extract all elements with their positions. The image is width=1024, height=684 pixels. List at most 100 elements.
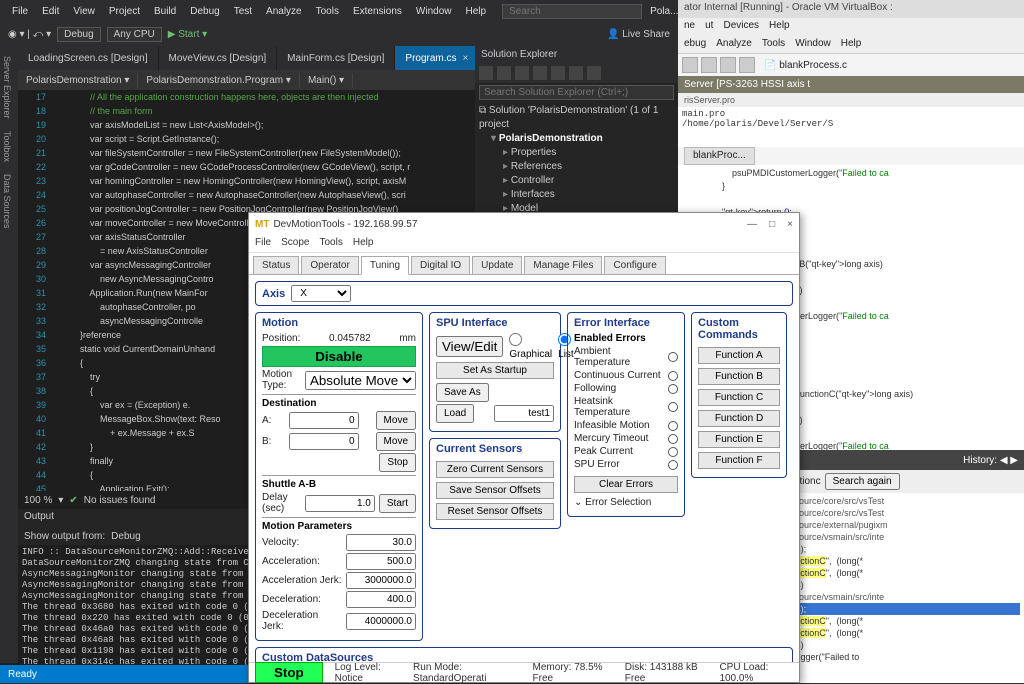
set-startup-button[interactable]: Set As Startup: [436, 362, 554, 379]
vs-menu-item[interactable]: Build: [148, 4, 182, 19]
qt-proj-pane[interactable]: main.pro /home/polaris/Devel/Server/S: [678, 107, 1024, 147]
disable-button[interactable]: Disable: [262, 346, 416, 367]
dmt-menu-item[interactable]: Help: [353, 237, 374, 250]
dmt-tab[interactable]: Update: [472, 256, 522, 274]
vs-menu-item[interactable]: Test: [228, 4, 258, 19]
qt-menu-item[interactable]: Window: [795, 38, 831, 51]
breadcrumb-item[interactable]: PolarisDemonstration.Program ▾: [138, 73, 300, 88]
dest-a-input[interactable]: [289, 412, 359, 429]
djerk-input[interactable]: [346, 613, 416, 630]
velocity-input[interactable]: [346, 534, 416, 551]
folder-node[interactable]: Controller: [479, 174, 674, 188]
qt-open-doc[interactable]: 📄 blankProcess.c: [764, 60, 847, 71]
qt-menu-item[interactable]: Tools: [762, 38, 785, 51]
graphical-radio[interactable]: Graphical: [509, 333, 552, 360]
vb-menu-item[interactable]: ne: [684, 20, 695, 34]
dmt-tab[interactable]: Manage Files: [524, 256, 602, 274]
move-b-button[interactable]: Move: [376, 432, 416, 451]
ajerk-input[interactable]: [346, 572, 416, 589]
custom-command-button[interactable]: Function C: [698, 389, 780, 406]
start-button[interactable]: ▶ Start ▾: [168, 29, 207, 40]
config-dropdown[interactable]: Debug: [57, 27, 100, 42]
close-tab-icon[interactable]: ×: [463, 53, 469, 64]
tool-icon[interactable]: [569, 66, 583, 80]
tool-icon[interactable]: [587, 66, 601, 80]
axis-dropdown[interactable]: X: [291, 285, 351, 302]
dmt-menu-item[interactable]: File: [255, 237, 271, 250]
vs-editor-tab[interactable]: Program.cs ×: [395, 46, 479, 70]
viewedit-button[interactable]: View/Edit: [436, 336, 503, 357]
tool-icon[interactable]: [551, 66, 565, 80]
vs-search-input[interactable]: [502, 4, 642, 19]
vs-sidebar-tab[interactable]: Toolbox: [0, 125, 14, 168]
dmt-tab[interactable]: Status: [253, 256, 299, 274]
decel-input[interactable]: [346, 591, 416, 608]
tool-icon[interactable]: [739, 57, 755, 73]
clear-errors-button[interactable]: Clear Errors: [574, 476, 678, 493]
tool-icon[interactable]: [701, 57, 717, 73]
qt-menu-item[interactable]: Help: [841, 38, 862, 51]
error-selection-expander[interactable]: ⌄ Error Selection: [574, 497, 678, 508]
vs-menu-item[interactable]: Project: [103, 4, 146, 19]
vs-sidebar-tab[interactable]: Data Sources: [0, 168, 14, 235]
maximize-icon[interactable]: □: [769, 219, 775, 230]
reset-offsets-button[interactable]: Reset Sensor Offsets: [436, 503, 554, 520]
close-icon[interactable]: ×: [787, 219, 793, 230]
custom-command-button[interactable]: Function E: [698, 431, 780, 448]
search-again-button[interactable]: Search again: [825, 473, 900, 490]
zero-sensors-button[interactable]: Zero Current Sensors: [436, 461, 554, 478]
tool-icon[interactable]: [720, 57, 736, 73]
custom-command-button[interactable]: Function D: [698, 410, 780, 427]
vs-menu-item[interactable]: Tools: [310, 4, 345, 19]
qt-menu-item[interactable]: Analyze: [716, 38, 752, 51]
dmt-tab[interactable]: Tuning: [361, 256, 409, 275]
status-stop-button[interactable]: Stop: [255, 662, 323, 683]
output-source-dropdown[interactable]: Debug: [111, 531, 140, 542]
save-offsets-button[interactable]: Save Sensor Offsets: [436, 482, 554, 499]
qt-proj-file[interactable]: risServer.pro: [678, 93, 1024, 107]
motion-stop-button[interactable]: Stop: [379, 453, 416, 472]
liveshare-button[interactable]: Live Share: [622, 29, 670, 40]
dmt-menu-item[interactable]: Scope: [281, 237, 309, 250]
vs-menu-item[interactable]: Analyze: [260, 4, 308, 19]
vb-menu-item[interactable]: ut: [705, 20, 713, 34]
vs-editor-tab[interactable]: MainForm.cs [Design]: [277, 46, 395, 70]
tool-icon[interactable]: [533, 66, 547, 80]
dest-b-input[interactable]: [289, 433, 359, 450]
vb-menu-item[interactable]: Help: [769, 20, 790, 34]
vb-menu-item[interactable]: Devices: [723, 20, 759, 34]
load-button[interactable]: Load: [436, 404, 474, 423]
breadcrumb-item[interactable]: PolarisDemonstration ▾: [18, 73, 138, 88]
vs-editor-tab[interactable]: MoveView.cs [Design]: [159, 46, 278, 70]
custom-command-button[interactable]: Function A: [698, 347, 780, 364]
vs-editor-tab[interactable]: LoadingScreen.cs [Design]: [18, 46, 159, 70]
qt-tab[interactable]: blankProc...: [684, 147, 755, 165]
custom-command-button[interactable]: Function B: [698, 368, 780, 385]
motion-type-dropdown[interactable]: Absolute Move: [305, 371, 416, 390]
spu-file-input[interactable]: [494, 405, 554, 422]
tool-icon[interactable]: [497, 66, 511, 80]
saveas-button[interactable]: Save As: [436, 383, 489, 402]
platform-dropdown[interactable]: Any CPU: [107, 27, 162, 42]
solution-search-input[interactable]: [479, 85, 674, 100]
dmt-tab[interactable]: Operator: [301, 256, 358, 274]
vs-sidebar-tab[interactable]: Server Explorer: [0, 50, 14, 125]
tool-icon[interactable]: [479, 66, 493, 80]
vs-menu-item[interactable]: Debug: [184, 4, 225, 19]
delay-input[interactable]: [305, 495, 375, 512]
qt-menu-item[interactable]: ebug: [684, 38, 706, 51]
folder-node[interactable]: References: [479, 160, 674, 174]
solution-tree[interactable]: ⧉ Solution 'PolarisDemonstration' (1 of …: [475, 102, 678, 226]
breadcrumb-item[interactable]: Main() ▾: [300, 73, 353, 88]
minimize-icon[interactable]: —: [747, 219, 757, 230]
shuttle-start-button[interactable]: Start: [379, 494, 416, 513]
custom-command-button[interactable]: Function F: [698, 452, 780, 469]
dmt-tab[interactable]: Configure: [604, 256, 665, 274]
vs-menu-item[interactable]: Window: [410, 4, 458, 19]
move-a-button[interactable]: Move: [376, 411, 416, 430]
vs-menu-item[interactable]: Extensions: [347, 4, 408, 19]
accel-input[interactable]: [346, 553, 416, 570]
vs-menu-item[interactable]: View: [67, 4, 101, 19]
vs-menu-item[interactable]: Edit: [36, 4, 65, 19]
vs-menu-item[interactable]: Help: [459, 4, 492, 19]
